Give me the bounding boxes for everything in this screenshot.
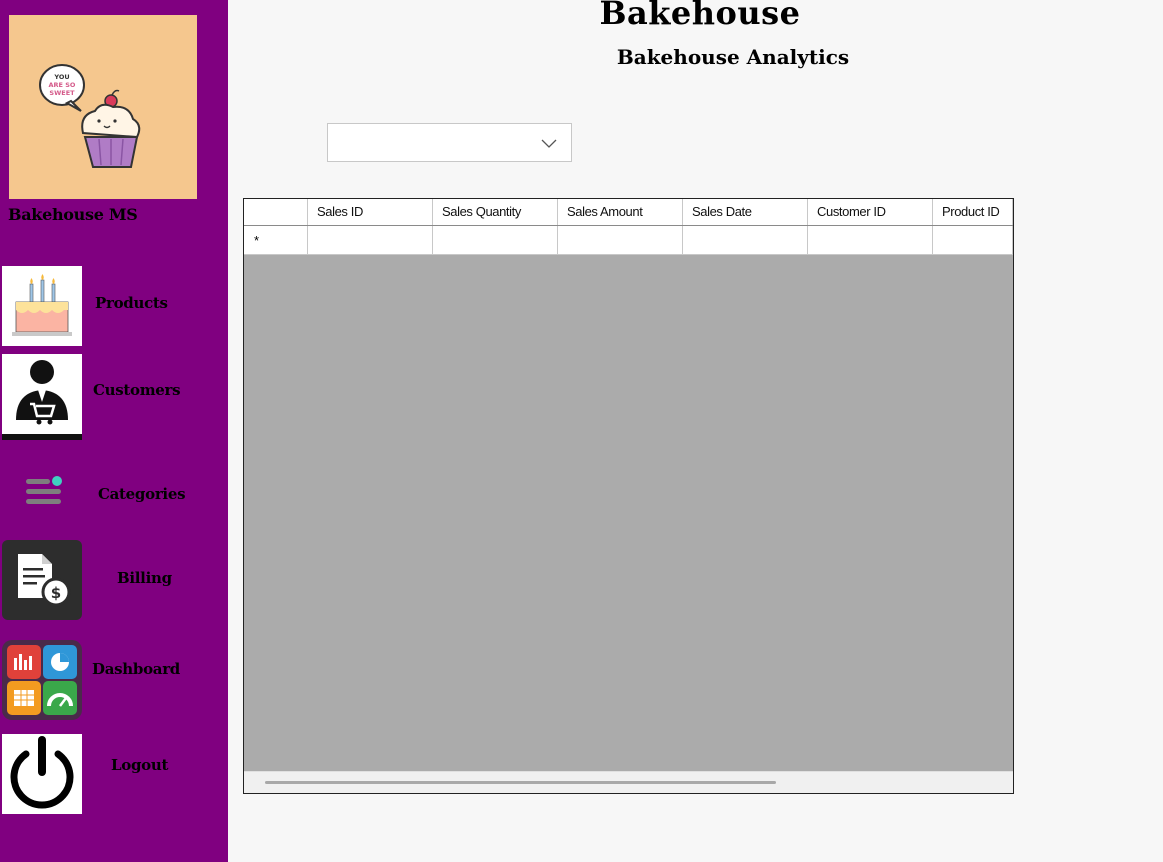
sidebar-item-billing[interactable]: $ Billing [0,540,228,620]
billing-invoice-icon: $ [2,540,82,620]
sidebar-item-label: Dashboard [92,660,180,678]
table-row[interactable]: * [244,226,1013,255]
logo-bubble-line-2: ARE SO [49,81,76,89]
customer-cart-icon [2,354,82,440]
sidebar: YOU ARE SO SWEET Bakehouse MS Products C… [0,0,228,862]
logo-bubble-line-3: SWEET [49,89,75,97]
horizontal-scrollbar[interactable] [244,771,1013,793]
page-title: Bakehouse [599,0,801,32]
filter-dropdown[interactable] [327,123,572,162]
sidebar-item-customers[interactable]: Customers [0,354,228,440]
row-header-corner[interactable] [244,199,308,225]
sidebar-item-label: Categories [98,485,186,503]
column-header-sales-quantity[interactable]: Sales Quantity [433,199,558,225]
grid-header-row: Sales ID Sales Quantity Sales Amount Sal… [244,199,1013,226]
sidebar-item-categories[interactable]: Categories [0,452,228,534]
sidebar-item-label: Billing [117,569,172,587]
cell-sales-amount[interactable] [558,226,683,255]
brand-name: Bakehouse MS [8,205,138,224]
cupcake-logo: YOU ARE SO SWEET [9,15,197,199]
sidebar-item-label: Customers [93,381,181,399]
column-header-sales-date[interactable]: Sales Date [683,199,808,225]
column-header-customer-id[interactable]: Customer ID [808,199,933,225]
sales-data-grid[interactable]: Sales ID Sales Quantity Sales Amount Sal… [243,198,1014,794]
sidebar-item-label: Products [95,294,168,312]
cell-customer-id[interactable] [808,226,933,255]
sidebar-item-dashboard[interactable]: Dashboard [0,640,228,720]
categories-icon [2,452,82,532]
horizontal-scrollbar-thumb[interactable] [265,781,776,784]
sidebar-item-products[interactable]: Products [0,266,228,346]
svg-text:$: $ [51,584,61,602]
column-header-sales-id[interactable]: Sales ID [308,199,433,225]
new-row-marker[interactable]: * [244,226,308,255]
page-subtitle: Bakehouse Analytics [616,45,850,69]
cell-sales-quantity[interactable] [433,226,558,255]
cell-sales-date[interactable] [683,226,808,255]
logo-bubble-line-1: YOU [53,73,69,81]
column-header-sales-amount[interactable]: Sales Amount [558,199,683,225]
column-header-product-id[interactable]: Product ID [933,199,1013,225]
chevron-down-icon [541,136,557,148]
cell-product-id[interactable] [933,226,1013,255]
sidebar-item-logout[interactable]: Logout [0,734,228,814]
cell-sales-id[interactable] [308,226,433,255]
sidebar-item-label: Logout [111,756,169,774]
power-icon [2,734,82,814]
cake-icon [2,266,82,346]
dashboard-icon [2,640,82,720]
